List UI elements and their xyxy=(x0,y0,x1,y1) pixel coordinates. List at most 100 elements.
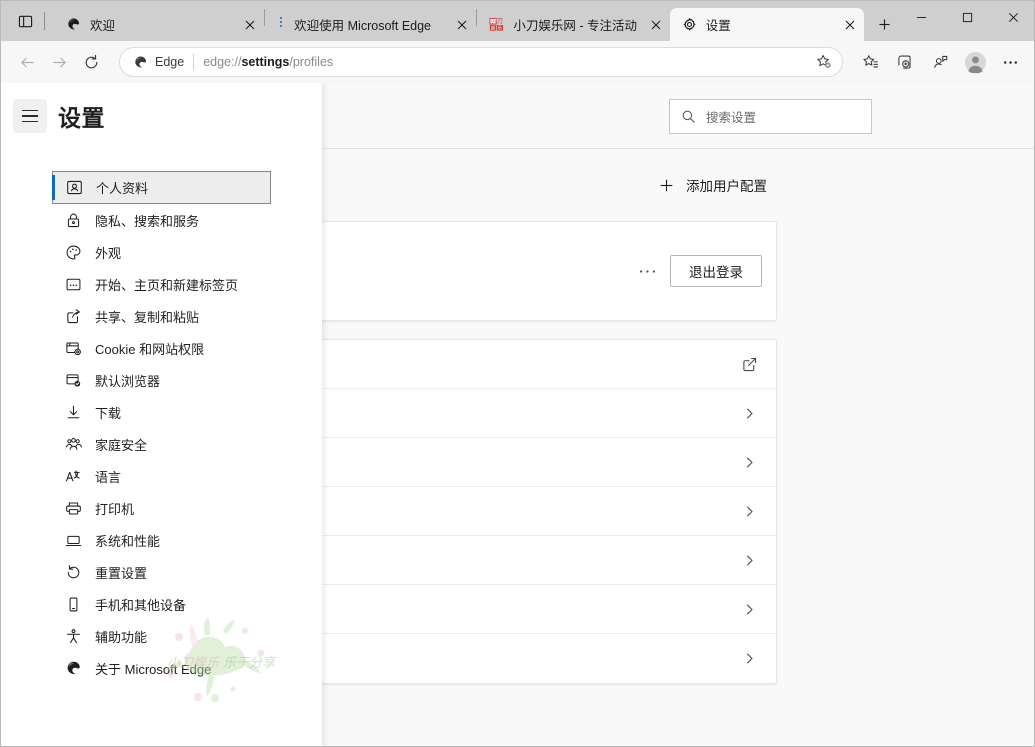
sidebar-item-downloads[interactable]: 下载 xyxy=(52,397,271,428)
sidebar-item-profile[interactable]: 个人资料 xyxy=(52,171,271,204)
sidebar-item-label: 共享、复制和粘贴 xyxy=(95,307,199,326)
chevron-right-icon xyxy=(738,549,760,571)
profile-icon xyxy=(64,178,84,198)
family-safety-icon xyxy=(63,435,83,455)
accessibility-icon xyxy=(63,627,83,647)
back-arrow-icon[interactable] xyxy=(11,46,43,78)
sidebar-item-appearance[interactable]: 外观 xyxy=(52,237,271,268)
new-tab-button[interactable] xyxy=(870,10,898,38)
svg-text:娱: 娱 xyxy=(491,25,496,32)
search-settings-placeholder: 搜索设置 xyxy=(706,107,756,126)
sign-out-button[interactable]: 退出登录 xyxy=(670,255,762,287)
sidebar-item-phone-other-devices[interactable]: 手机和其他设备 xyxy=(52,589,271,620)
svg-text:小: 小 xyxy=(491,18,496,25)
cookie-permissions-icon xyxy=(63,339,83,359)
sidebar-item-default-browser[interactable]: 默认浏览器 xyxy=(52,365,271,396)
more-dots-icon[interactable] xyxy=(632,256,662,286)
tab-close-icon-0[interactable] xyxy=(240,15,260,35)
close-icon[interactable] xyxy=(990,1,1035,33)
tab-close-icon-2[interactable] xyxy=(646,15,666,35)
sidebar-item-languages[interactable]: 语言 xyxy=(52,461,271,492)
collections-icon[interactable] xyxy=(889,46,921,78)
palette-icon xyxy=(63,243,83,263)
share-icon xyxy=(63,307,83,327)
omnibox-url-path: /profiles xyxy=(289,55,333,69)
sidebar-header: 设置 xyxy=(1,83,322,149)
forward-arrow-icon[interactable] xyxy=(43,46,75,78)
address-bar[interactable]: Edge edge://settings/profiles xyxy=(119,47,843,77)
open-external-icon xyxy=(738,353,760,375)
default-browser-icon xyxy=(63,371,83,391)
sidebar-item-label: 个人资料 xyxy=(96,178,148,197)
tab-search-icon[interactable] xyxy=(11,7,39,35)
tab-list: 欢迎 欢迎使用 Microsoft Edge xyxy=(54,1,898,41)
add-favorite-star-icon[interactable] xyxy=(810,49,838,75)
sidebar-item-privacy[interactable]: 隐私、搜索和服务 xyxy=(52,205,271,236)
tab-title-3: 设置 xyxy=(706,15,836,34)
sign-out-label: 退出登录 xyxy=(689,261,743,281)
sidebar-item-start-home-newtab[interactable]: 开始、主页和新建标签页 xyxy=(52,269,271,300)
xiaodao-site-icon: 小 刀 娱 乐 xyxy=(488,16,505,33)
add-profile-label: 添加用户配置 xyxy=(686,175,767,195)
sidebar-item-accessibility[interactable]: 辅助功能 xyxy=(52,621,271,652)
sidebar-item-label: 辅助功能 xyxy=(95,627,147,646)
more-settings-icon[interactable] xyxy=(994,46,1026,78)
edge-drag-dots-icon xyxy=(276,17,286,27)
tab-strip-divider xyxy=(44,12,45,30)
browser-toolbar: Edge edge://settings/profiles xyxy=(1,41,1035,83)
favorites-icon[interactable] xyxy=(854,46,886,78)
search-icon xyxy=(680,109,696,125)
chevron-right-icon xyxy=(738,648,760,670)
sidebar-item-system-performance[interactable]: 系统和性能 xyxy=(52,525,271,556)
minimize-icon[interactable] xyxy=(898,1,944,33)
sidebar-item-label: 重置设置 xyxy=(95,563,147,582)
tab-close-icon-3[interactable] xyxy=(840,15,860,35)
sidebar-item-label: 打印机 xyxy=(95,499,134,518)
sidebar-item-printers[interactable]: 打印机 xyxy=(52,493,271,524)
phone-icon xyxy=(63,595,83,615)
omnibox-url[interactable]: edge://settings/profiles xyxy=(203,55,810,69)
svg-text:刀: 刀 xyxy=(497,18,503,25)
tab-title-0: 欢迎 xyxy=(90,15,236,34)
tab-strip-left-tools xyxy=(1,1,54,41)
svg-text:乐: 乐 xyxy=(498,25,503,31)
search-settings-input[interactable]: 搜索设置 xyxy=(669,99,872,134)
tab-item-2[interactable]: 小 刀 娱 乐 小刀娱乐网 - 专注活动 xyxy=(477,8,669,41)
omnibox-url-host: settings xyxy=(241,55,289,69)
sidebar-item-label: 语言 xyxy=(95,467,121,486)
lock-icon xyxy=(63,211,83,231)
printer-icon xyxy=(63,499,83,519)
reset-icon xyxy=(63,563,83,583)
browser-essentials-icon[interactable] xyxy=(924,46,956,78)
chevron-right-icon xyxy=(738,598,760,620)
gear-icon xyxy=(681,16,698,33)
chevron-right-icon xyxy=(738,402,760,424)
profile-avatar-icon[interactable] xyxy=(959,46,991,78)
sidebar-item-cookies-permissions[interactable]: Cookie 和网站权限 xyxy=(52,333,271,364)
tab-title-1: 欢迎使用 Microsoft Edge xyxy=(294,15,448,34)
browser-window: 欢迎 欢迎使用 Microsoft Edge xyxy=(0,0,1035,747)
hamburger-menu-icon[interactable] xyxy=(13,99,47,133)
sidebar-item-label: 关于 Microsoft Edge xyxy=(95,659,211,678)
omnibox-url-prefix: edge:// xyxy=(203,55,241,69)
tab-item-1[interactable]: 欢迎使用 Microsoft Edge xyxy=(265,8,476,41)
sidebar-item-label: 系统和性能 xyxy=(95,531,160,550)
system-performance-icon xyxy=(63,531,83,551)
tab-item-0[interactable]: 欢迎 xyxy=(54,8,264,41)
edge-logo-icon xyxy=(132,54,149,71)
sidebar-item-reset-settings[interactable]: 重置设置 xyxy=(52,557,271,588)
chevron-right-icon xyxy=(738,451,760,473)
plus-icon xyxy=(658,177,674,193)
refresh-icon[interactable] xyxy=(75,46,107,78)
sidebar-item-label: Cookie 和网站权限 xyxy=(95,339,204,358)
tab-item-3[interactable]: 设置 xyxy=(670,8,864,41)
maximize-icon[interactable] xyxy=(944,1,990,33)
sidebar-item-share-copy-paste[interactable]: 共享、复制和粘贴 xyxy=(52,301,271,332)
sidebar-item-family-safety[interactable]: 家庭安全 xyxy=(52,429,271,460)
add-profile-button[interactable]: 添加用户配置 xyxy=(654,170,771,200)
edge-logo-icon xyxy=(65,16,82,33)
sidebar-item-label: 开始、主页和新建标签页 xyxy=(95,275,238,294)
sidebar-item-about-edge[interactable]: 关于 Microsoft Edge xyxy=(52,653,271,684)
sidebar-item-label: 外观 xyxy=(95,243,121,262)
tab-close-icon-1[interactable] xyxy=(452,15,472,35)
